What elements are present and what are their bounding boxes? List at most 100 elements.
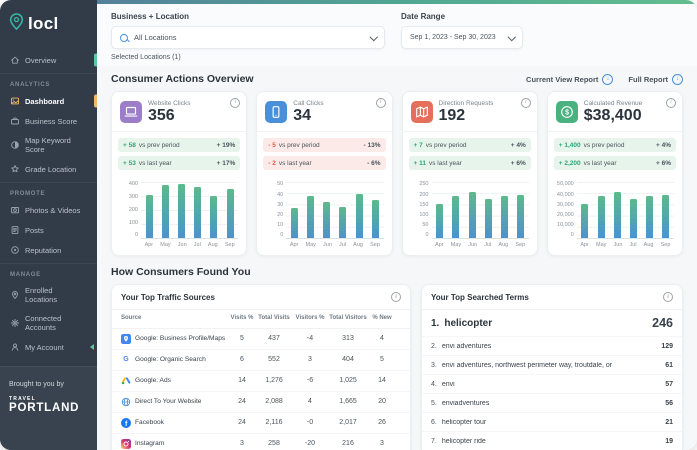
sidebar-footer: Brought to you by TRAVEL PORTLAND [0,366,97,450]
y-tick: 40,000 [556,191,574,198]
website-icon [120,101,142,124]
plot-area [141,182,239,240]
y-tick: 250 [419,181,429,188]
photos-icon [10,205,20,215]
y-axis: 400 300 200 100 0 [116,182,138,239]
bar-sep [662,195,670,239]
x-tick: Jun [468,242,478,249]
info-icon[interactable]: i [666,98,676,108]
stat-percent: + 4% [656,141,671,149]
x-tick: Apr [435,242,444,249]
value-cell: -20 [304,440,316,448]
list-item: 3. envi adventures, northwest perimeter w… [422,356,682,376]
bar-jun [178,184,185,239]
table-row: Google: Business Profile/Maps 5 437 -4 313 4 [112,329,410,350]
stat-pill: - 5 vs prev period - 13% [263,138,386,153]
sidebar-item-map-keyword-score[interactable]: Map Keyword Score [0,131,97,159]
y-tick: 200 [128,206,138,213]
sidebar-item-enrolled-locations[interactable]: Enrolled Locations [0,281,97,309]
sidebar-item-connected-accounts[interactable]: Connected Accounts [0,309,97,337]
sidebar-item-dashboard[interactable]: Dashboard [0,91,97,111]
x-tick: Apr [289,242,299,249]
bar-may [597,195,605,239]
svg-text:$: $ [565,110,569,117]
stat-delta: + 11 [413,159,426,167]
sidebar-item-business-score[interactable]: Business Score [0,111,97,131]
sidebar-item-label: Reputation [25,245,62,255]
current-view-report-link[interactable]: Current View Report ↓ [526,73,614,85]
sidebar-item-label: Overview [25,55,57,65]
found-you-title: How Consumers Found You [111,266,251,279]
value-cell: 14 [238,377,246,385]
value-cell: 313 [342,335,354,343]
report-links: Current View Report ↓ Full Report ↓ [526,73,683,85]
term-count: 56 [665,399,673,407]
value-cell: 20 [378,398,386,406]
term-rank: 1. [431,317,440,329]
x-tick: Jul [339,242,347,249]
bar-aug [355,193,363,239]
full-report-label: Full Report [628,74,668,84]
y-tick: 50 [422,222,429,229]
y-tick: 150 [419,201,429,208]
sidebar-item-reputation[interactable]: Reputation [0,240,97,260]
term-text: envi adventures [441,342,492,350]
table-row: Google: Ads 14 1,276 -6 1,025 14 [112,371,410,392]
column-header-new: % New [372,315,392,322]
y-tick: 50,000 [556,181,574,188]
google-ads-icon [121,376,131,386]
term-rank: 3. [431,361,437,369]
sidebar-item-overview[interactable]: Overview [0,50,97,70]
sidebar-item-my-account[interactable]: My Account [0,337,97,357]
logo[interactable]: locl [0,0,97,48]
google-search-icon: G [123,356,129,364]
y-tick: 100 [128,219,138,226]
stat-delta: + 1,400 [558,141,581,149]
globe-icon [121,397,131,407]
value-cell: 1,025 [339,377,357,385]
source-label: Google: Organic Search [135,356,206,364]
stat-percent: + 19% [216,141,236,149]
stat-pill: - 2 vs last year - 6% [263,156,386,171]
bar-may [307,195,315,239]
collapse-sidebar-icon[interactable] [90,344,94,350]
sidebar: locl Overview ANALYTICS Dashboard Business … [0,0,97,450]
sidebar-item-posts[interactable]: Posts [0,220,97,240]
sidebar-item-photos-videos[interactable]: Photos & Videos [0,200,97,220]
info-icon[interactable]: i [230,98,241,108]
home-icon [10,55,20,65]
term-rank: 4. [431,380,437,388]
info-icon[interactable]: i [520,98,531,108]
info-icon[interactable]: i [375,98,386,108]
metric-card-direction-requests: Direction Requests 192 i + 7 vs prev period +… [401,91,538,257]
active-indicator [94,94,97,108]
metric-label: Website Clicks [148,100,191,107]
term-rank: 2. [431,342,437,350]
full-report-link[interactable]: Full Report ↓ [628,73,683,85]
sidebar-item-label: Dashboard [25,96,65,106]
briefcase-icon [10,116,20,126]
stat-text: vs prev period [138,141,180,149]
value-cell: 552 [268,356,280,364]
x-axis: Apr May Jun Jul Aug Sep [577,242,674,248]
bar-jul [194,187,202,239]
metric-value: 192 [438,107,466,124]
info-icon[interactable]: i [391,292,401,303]
instagram-icon [121,438,131,449]
value-cell: 14 [378,377,386,385]
x-tick: May [160,242,171,249]
sidebar-item-label: Posts [25,225,44,235]
stat-delta: - 5 [268,141,276,149]
y-tick: 0 [570,232,574,239]
stat-delta: - 2 [268,159,276,167]
bar-jul [629,199,637,239]
bar-sep [371,200,379,239]
info-icon[interactable]: i [663,292,673,303]
location-select[interactable]: All Locations [111,26,385,49]
sidebar-item-grade-location[interactable]: Grade Location [0,159,97,179]
date-range-select[interactable]: Sep 1, 2023 - Sep 30, 2023 [401,26,523,49]
posts-icon [10,225,20,235]
x-tick: May [305,242,316,249]
bar-aug [500,196,508,239]
grade-icon [10,164,20,174]
